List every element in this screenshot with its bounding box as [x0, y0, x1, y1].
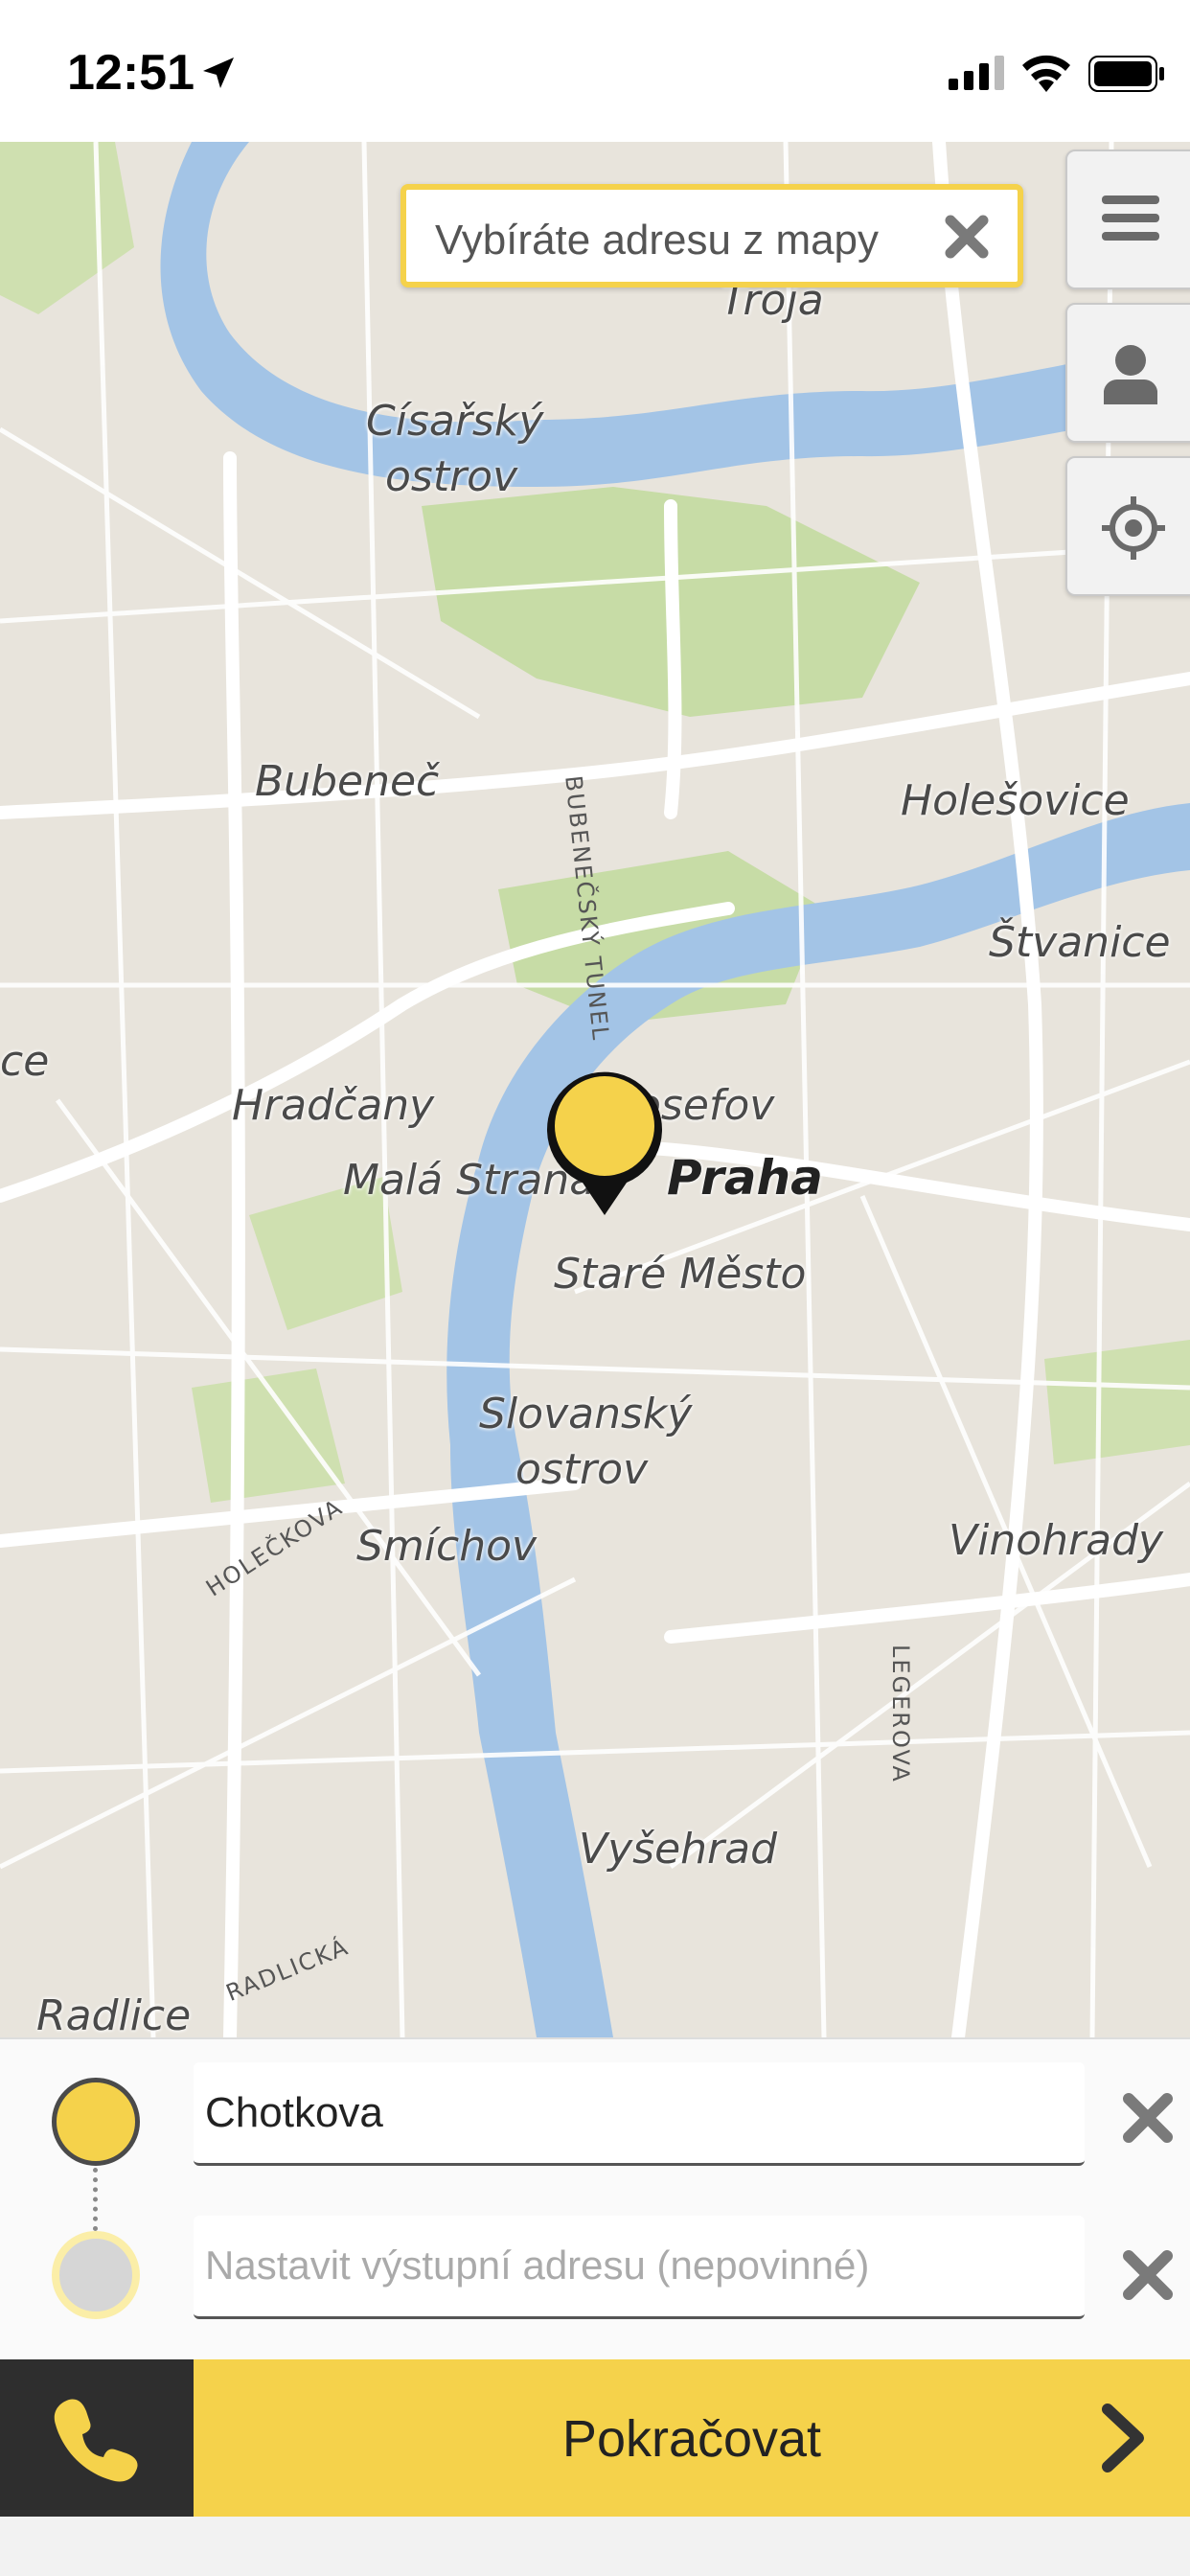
map-address-prompt-text: Vybíráte adresu z mapy — [435, 217, 880, 264]
map-label-radlice: Radlice — [36, 1991, 192, 2037]
status-bar: 12:51 — [0, 0, 1190, 142]
map-label-cisarsky: Císařský — [366, 397, 544, 446]
clear-pickup-icon[interactable] — [1119, 2089, 1177, 2147]
location-arrow-icon — [203, 58, 234, 88]
chevron-right-icon — [1102, 2404, 1144, 2472]
map-label-stare-mesto: Staré Město — [554, 1250, 807, 1299]
pickup-marker-icon — [52, 2078, 140, 2166]
menu-button[interactable] — [1065, 150, 1190, 289]
wifi-icon — [1022, 55, 1070, 92]
map-label-ostrov-1: ostrov — [385, 452, 518, 501]
map-label-ostrov-2: ostrov — [515, 1445, 649, 1494]
cellular-signal-icon — [949, 56, 1004, 90]
map-label-bubenec: Bubeneč — [255, 757, 440, 806]
pickup-address-field[interactable]: Chotkova — [194, 2062, 1085, 2166]
crosshair-location-icon — [1102, 496, 1165, 560]
pickup-pin-icon[interactable] — [544, 1066, 665, 1215]
map-label-praha: Praha — [667, 1150, 823, 1206]
map-label-holesovice: Holešovice — [901, 776, 1130, 825]
map-label-hradcany: Hradčany — [232, 1081, 435, 1130]
destination-address-field[interactable]: Nastavit výstupní adresu (nepovinné) — [194, 2216, 1085, 2319]
map-label-smichov: Smíchov — [356, 1522, 538, 1571]
route-connector — [93, 2168, 103, 2231]
map-address-prompt[interactable]: Vybíráte adresu z mapy — [400, 184, 1023, 288]
phone-icon — [54, 2399, 138, 2482]
continue-label: Pokračovat — [561, 2410, 822, 2468]
map-label-ce: ce — [0, 1037, 50, 1086]
map-label-slovansky: Slovanský — [479, 1390, 693, 1438]
status-time: 12:51 — [67, 45, 195, 101]
close-prompt-icon[interactable] — [941, 211, 993, 263]
profile-button[interactable] — [1065, 303, 1190, 443]
map-label-vinohrady: Vinohrady — [949, 1516, 1164, 1565]
road-label-legerova: LEGEROVA — [887, 1644, 914, 1783]
hamburger-menu-icon — [1102, 196, 1159, 241]
user-icon — [1104, 345, 1157, 404]
home-indicator-area — [0, 2517, 1190, 2576]
clear-destination-icon[interactable] — [1119, 2246, 1177, 2304]
battery-icon — [1088, 56, 1164, 92]
destination-marker-icon — [52, 2231, 140, 2319]
map-label-stvanice: Štvanice — [989, 918, 1171, 967]
call-button[interactable] — [0, 2359, 194, 2517]
locate-me-button[interactable] — [1065, 456, 1190, 596]
pickup-address-value: Chotkova — [205, 2089, 383, 2136]
action-bar: Pokračovat — [0, 2359, 1190, 2517]
trip-panel: Chotkova Nastavit výstupní adresu (nepov… — [0, 2037, 1190, 2361]
map-view[interactable]: Troja Císařský ostrov Bubeneč Holešovice… — [0, 142, 1190, 2037]
destination-placeholder: Nastavit výstupní adresu (nepovinné) — [205, 2242, 870, 2288]
continue-button[interactable]: Pokračovat — [194, 2359, 1190, 2517]
map-label-vysehrad: Vyšehrad — [579, 1825, 778, 1874]
